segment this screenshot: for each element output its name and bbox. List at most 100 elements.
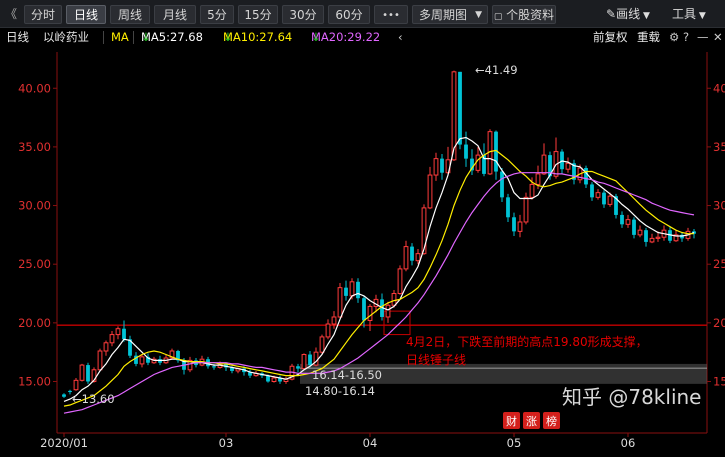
candle-body-up — [397, 268, 403, 295]
y-tick-label-right: 20 — [713, 316, 725, 330]
candle-body-down — [410, 246, 414, 261]
top-toolbar: 《 分时 日线 周线 月线 5分 15分 30分 60分 ••• 多周期图 ▼ … — [0, 0, 725, 28]
candle-body-down — [308, 354, 312, 366]
candle-body-down — [590, 184, 594, 198]
triangle-down-icon: ▼ — [640, 11, 650, 21]
candle-body-up — [529, 183, 535, 198]
multi-period-label: 多周期图 — [419, 8, 468, 22]
candle-body-up — [115, 328, 121, 336]
candle-body-up — [535, 173, 541, 185]
box-range-lower: 14.80-16.14 — [305, 384, 375, 398]
help-icon[interactable]: ? — [683, 28, 689, 46]
candle-body-up — [331, 316, 337, 325]
adjust-button[interactable]: 前复权 — [593, 28, 628, 46]
candle-body-up — [523, 196, 529, 223]
candle-body-up — [655, 236, 661, 239]
y-tick-label-right: 15 — [713, 375, 725, 389]
more-button[interactable]: ••• — [374, 5, 408, 24]
tab-intraday[interactable]: 分时 — [24, 5, 62, 24]
candle-body-down — [620, 214, 624, 225]
candle-body-up — [433, 158, 439, 176]
tab-30min[interactable]: 30分 — [282, 5, 324, 24]
candle-body-down — [512, 217, 516, 232]
candle-body-up — [139, 356, 145, 365]
tools-label: 工具 — [672, 7, 697, 21]
candle-body-down — [602, 192, 606, 205]
indicator-bar: 日线 以岭药业 MA MA5:27.68 ↓ MA10:27.64 ↓ MA20:2… — [0, 28, 725, 46]
y-tick-label-right: 30 — [713, 199, 725, 213]
hammer-note: 日线锤子线 — [406, 352, 466, 367]
separator — [133, 31, 134, 44]
candle-body-down — [632, 219, 636, 235]
y-tick-label: 25.00 — [18, 257, 51, 271]
tab-15min[interactable]: 15分 — [238, 5, 278, 24]
stock-name: 以岭药业 — [43, 30, 89, 44]
stock-info-button[interactable]: ▢ 个股资料 — [492, 5, 556, 24]
y-tick-label: 40.00 — [18, 81, 51, 95]
draw-line-label: 画线 — [616, 7, 641, 21]
x-tick-label: 06 — [621, 436, 636, 450]
candle-body-down — [464, 144, 468, 159]
candle-body-up — [565, 162, 571, 170]
back-icon[interactable]: 《 — [5, 5, 17, 24]
candle-body-up — [595, 192, 601, 198]
tab-monthly[interactable]: 月线 — [154, 5, 196, 24]
candle-body-down — [62, 394, 66, 397]
candle-body-down — [440, 158, 444, 173]
candle-body-up — [271, 377, 277, 382]
support-note: 4月2日，下跌至前期的高点19.80形成支撑， — [406, 334, 648, 349]
draw-line-button[interactable]: ✎画线 ▼ — [606, 5, 650, 24]
overlay-button[interactable]: 重载 — [637, 28, 660, 46]
candle-body-up — [475, 154, 481, 171]
candle-body-down — [122, 328, 126, 340]
candle-body-down — [506, 197, 510, 218]
separator — [103, 31, 104, 44]
stock-info-label: 个股资料 — [506, 8, 555, 22]
y-tick-label: 35.00 — [18, 140, 51, 154]
low-price-label: ←13.60 — [72, 392, 115, 406]
y-tick-label: 20.00 — [18, 316, 51, 330]
candle-body-down — [584, 168, 588, 185]
watermark-text: 知乎 @78kline — [562, 385, 701, 409]
candle-body-up — [607, 195, 613, 205]
y-tick-label-right: 25 — [713, 257, 725, 271]
settings-icon[interactable]: ⚙ — [669, 28, 679, 46]
candle-body-up — [109, 334, 115, 344]
candlestick-chart[interactable]: 15.00 15 20.00 20 25.00 25 30.00 30 35.00 35 40.00… — [0, 46, 725, 457]
collapse-icon[interactable]: ‹ — [398, 28, 403, 46]
period-label: 日线 — [6, 30, 29, 44]
badge-1: 财 — [506, 414, 517, 428]
y-tick-label: 15.00 — [18, 375, 51, 389]
high-price-label: ←41.49 — [475, 63, 518, 77]
pen-icon: ✎ — [606, 7, 617, 21]
candle-body-up — [367, 305, 373, 322]
box-range-upper: 16.14-16.50 — [312, 368, 382, 382]
tab-daily[interactable]: 日线 — [66, 5, 106, 24]
x-tick-label: 2020/01 — [40, 436, 88, 450]
ma-toggle[interactable]: MA — [111, 28, 129, 46]
tab-60min[interactable]: 60分 — [328, 5, 370, 24]
tools-button[interactable]: 工具 ▼ — [672, 5, 706, 24]
candle-body-up — [625, 219, 631, 225]
candle-body-up — [541, 154, 547, 175]
candle-body-down — [644, 230, 648, 242]
x-tick-label: 03 — [219, 436, 234, 450]
triangle-down-icon: ▼ — [696, 11, 706, 21]
close-icon[interactable]: ✕ — [713, 28, 723, 46]
candle-body-up — [103, 342, 109, 352]
badge-3: 榜 — [546, 414, 557, 428]
minimize-icon[interactable]: — — [697, 28, 709, 46]
document-icon: ▢ — [493, 12, 503, 22]
candle-body-up — [79, 364, 85, 381]
candle-body-down — [344, 287, 348, 296]
badge-2: 涨 — [526, 415, 537, 428]
tab-weekly[interactable]: 周线 — [110, 5, 150, 24]
multi-period-dropdown[interactable]: 多周期图 ▼ — [412, 5, 488, 24]
y-tick-label: 30.00 — [18, 199, 51, 213]
candle-body-up — [517, 221, 523, 232]
candle-body-down — [458, 71, 462, 145]
tab-5min[interactable]: 5分 — [200, 5, 234, 24]
y-tick-label-right: 40 — [713, 81, 725, 95]
candle-body-up — [97, 350, 103, 371]
triangle-down-icon: ▼ — [475, 10, 482, 20]
